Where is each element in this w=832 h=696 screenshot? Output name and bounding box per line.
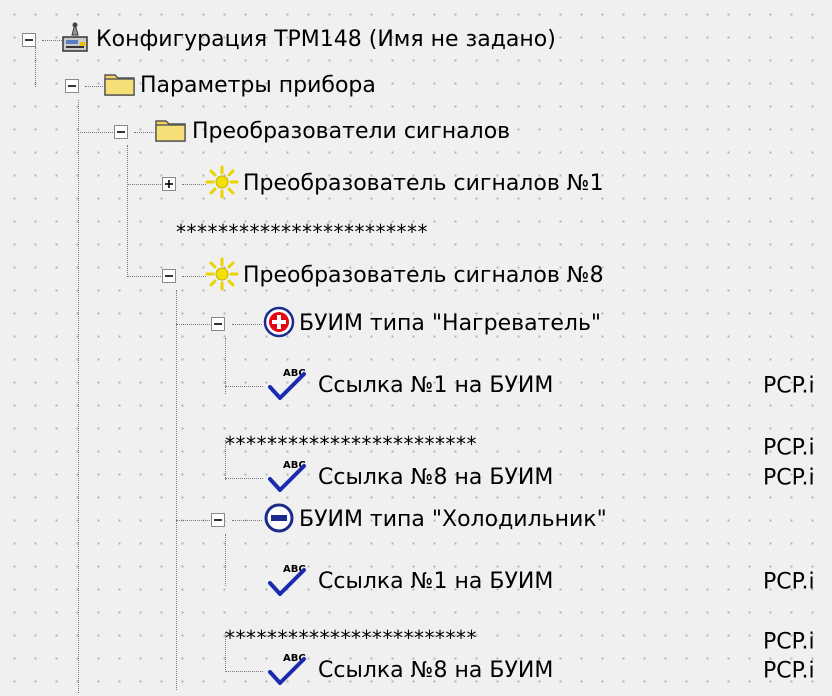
heater-link-1-label: Ссылка №1 на БУИМ <box>318 373 554 398</box>
converter-1-label: Преобразователь сигналов №1 <box>243 171 604 196</box>
abc-check-icon: ABC <box>266 457 310 499</box>
tree-node-root[interactable]: Конфигурация ТРМ148 (Имя не задано) <box>0 15 832 65</box>
plus-circle-icon <box>263 306 295 342</box>
tree-node-cooler-link-1[interactable]: ABC Ссылка №1 на БУИМ PCP.i <box>0 557 832 607</box>
ellipsis-stars: ************************ <box>225 626 477 650</box>
abc-check-icon: ABC <box>266 365 310 407</box>
collapse-toggle[interactable] <box>162 269 176 283</box>
cooler-link-1-value: PCP.i <box>763 569 815 595</box>
collapse-toggle[interactable] <box>211 513 225 527</box>
cooler-link-8-value: PCP.i <box>763 658 815 684</box>
sun-icon <box>204 256 240 296</box>
converter-8-label: Преобразователь сигналов №8 <box>243 263 604 288</box>
expand-toggle[interactable] <box>162 177 176 191</box>
tree-node-converter-8[interactable]: Преобразователь сигналов №8 <box>0 251 832 301</box>
folder-icon <box>103 71 137 101</box>
tree-ellipsis-row: ************************ <box>0 204 832 254</box>
tree-node-heater[interactable]: БУИМ типа "Нагреватель" <box>0 299 832 349</box>
abc-check-icon: ABC <box>266 561 310 603</box>
tree-node-cooler-link-8[interactable]: ABC Ссылка №8 на БУИМ PCP.i <box>0 646 832 696</box>
root-label: Конфигурация ТРМ148 (Имя не задано) <box>96 27 556 52</box>
tree-node-converter-1[interactable]: Преобразователь сигналов №1 <box>0 159 832 209</box>
minus-circle-icon <box>263 502 295 538</box>
collapse-toggle[interactable] <box>65 79 79 93</box>
tree-node-device-params[interactable]: Параметры прибора <box>0 61 832 111</box>
abc-check-icon: ABC <box>266 650 310 692</box>
heater-link-1-value: PCP.i <box>763 373 815 399</box>
collapse-toggle[interactable] <box>211 317 225 331</box>
device-params-label: Параметры прибора <box>140 73 376 98</box>
collapse-toggle[interactable] <box>22 33 36 47</box>
tree-node-heater-link-1[interactable]: ABC Ссылка №1 на БУИМ PCP.i <box>0 361 832 411</box>
heater-label: БУИМ типа "Нагреватель" <box>299 311 602 336</box>
converters-label: Преобразователи сигналов <box>192 119 511 144</box>
device-config-icon <box>60 21 90 59</box>
cooler-link-1-label: Ссылка №1 на БУИМ <box>318 569 554 594</box>
collapse-toggle[interactable] <box>114 125 128 139</box>
tree-node-converters[interactable]: Преобразователи сигналов <box>0 107 832 157</box>
ellipsis-stars: ************************ <box>225 432 477 456</box>
heater-link-8-label: Ссылка №8 на БУИМ <box>318 465 554 490</box>
tree-node-cooler[interactable]: БУИМ типа "Холодильник" <box>0 495 832 545</box>
cooler-link-8-label: Ссылка №8 на БУИМ <box>318 658 554 683</box>
heater-link-8-value: PCP.i <box>763 465 815 491</box>
folder-icon <box>154 117 188 147</box>
cooler-label: БУИМ типа "Холодильник" <box>299 507 607 532</box>
ellipsis-stars: ************************ <box>176 220 428 244</box>
sun-icon <box>204 164 240 204</box>
